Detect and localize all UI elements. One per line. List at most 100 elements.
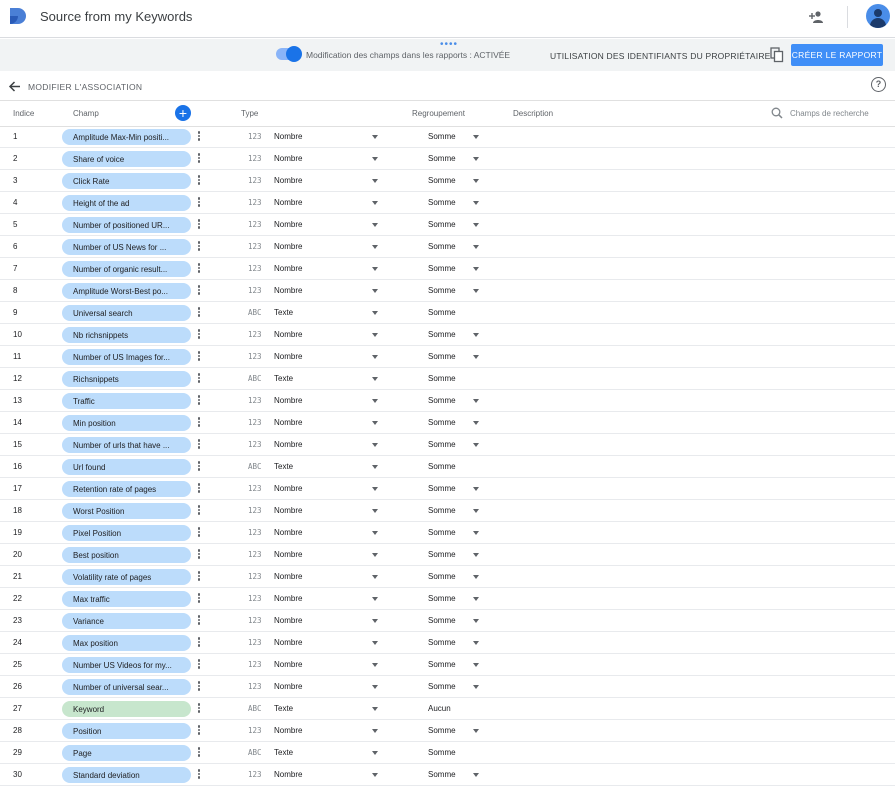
type-dropdown-arrow-icon[interactable] [372,597,378,601]
field-more-options-icon[interactable] [196,218,202,232]
aggregation-select[interactable]: Somme [428,616,456,625]
field-name-chip[interactable]: Keyword [62,701,191,717]
aggregation-select[interactable]: Somme [428,682,456,691]
type-dropdown-arrow-icon[interactable] [372,421,378,425]
field-name-chip[interactable]: Number of US News for ... [62,239,191,255]
type-dropdown-arrow-icon[interactable] [372,179,378,183]
aggregation-dropdown-arrow-icon[interactable] [473,619,479,623]
aggregation-select[interactable]: Somme [428,726,456,735]
aggregation-select[interactable]: Somme [428,396,456,405]
aggregation-dropdown-arrow-icon[interactable] [473,289,479,293]
aggregation-dropdown-arrow-icon[interactable] [473,663,479,667]
type-select[interactable]: Nombre [274,594,302,603]
aggregation-select[interactable]: Somme [428,528,456,537]
type-dropdown-arrow-icon[interactable] [372,377,378,381]
field-more-options-icon[interactable] [196,438,202,452]
type-dropdown-arrow-icon[interactable] [372,487,378,491]
type-select[interactable]: Texte [274,462,293,471]
field-name-chip[interactable]: Position [62,723,191,739]
aggregation-select[interactable]: Somme [428,550,456,559]
aggregation-dropdown-arrow-icon[interactable] [473,355,479,359]
field-more-options-icon[interactable] [196,724,202,738]
type-select[interactable]: Nombre [274,638,302,647]
field-more-options-icon[interactable] [196,614,202,628]
field-more-options-icon[interactable] [196,350,202,364]
type-select[interactable]: Nombre [274,198,302,207]
panel-resize-handle[interactable]: •••• [440,39,458,50]
field-name-chip[interactable]: Height of the ad [62,195,191,211]
aggregation-select[interactable]: Somme [428,330,456,339]
field-more-options-icon[interactable] [196,636,202,650]
field-name-chip[interactable]: Amplitude Max-Min positi... [62,129,191,145]
credentials-label[interactable]: UTILISATION DES IDENTIFIANTS DU PROPRIÉT… [550,51,771,61]
type-select[interactable]: Nombre [274,506,302,515]
aggregation-select[interactable]: Somme [428,352,456,361]
type-select[interactable]: Texte [274,704,293,713]
type-dropdown-arrow-icon[interactable] [372,399,378,403]
aggregation-dropdown-arrow-icon[interactable] [473,267,479,271]
avatar[interactable] [866,4,890,28]
type-dropdown-arrow-icon[interactable] [372,575,378,579]
aggregation-select[interactable]: Somme [428,660,456,669]
type-select[interactable]: Nombre [274,572,302,581]
aggregation-dropdown-arrow-icon[interactable] [473,201,479,205]
type-select[interactable]: Nombre [274,770,302,779]
type-select[interactable]: Nombre [274,286,302,295]
type-dropdown-arrow-icon[interactable] [372,685,378,689]
aggregation-dropdown-arrow-icon[interactable] [473,729,479,733]
aggregation-select[interactable]: Somme [428,242,456,251]
type-select[interactable]: Nombre [274,176,302,185]
field-name-chip[interactable]: Universal search [62,305,191,321]
field-more-options-icon[interactable] [196,416,202,430]
field-more-options-icon[interactable] [196,306,202,320]
aggregation-dropdown-arrow-icon[interactable] [473,597,479,601]
field-more-options-icon[interactable] [196,680,202,694]
type-select[interactable]: Texte [274,374,293,383]
field-name-chip[interactable]: Volatility rate of pages [62,569,191,585]
type-select[interactable]: Nombre [274,242,302,251]
type-select[interactable]: Nombre [274,220,302,229]
type-dropdown-arrow-icon[interactable] [372,707,378,711]
share-person-add-icon[interactable] [808,9,824,25]
aggregation-select[interactable]: Somme [428,264,456,273]
field-more-options-icon[interactable] [196,196,202,210]
type-dropdown-arrow-icon[interactable] [372,245,378,249]
field-name-chip[interactable]: Number US Videos for my... [62,657,191,673]
type-dropdown-arrow-icon[interactable] [372,641,378,645]
type-dropdown-arrow-icon[interactable] [372,201,378,205]
create-report-button[interactable]: CRÉER LE RAPPORT [791,44,883,66]
aggregation-dropdown-arrow-icon[interactable] [473,245,479,249]
aggregation-dropdown-arrow-icon[interactable] [473,641,479,645]
type-select[interactable]: Nombre [274,352,302,361]
aggregation-select[interactable]: Somme [428,594,456,603]
field-name-chip[interactable]: Min position [62,415,191,431]
type-select[interactable]: Nombre [274,484,302,493]
field-name-chip[interactable]: Retention rate of pages [62,481,191,497]
type-select[interactable]: Nombre [274,550,302,559]
field-name-chip[interactable]: Standard deviation [62,767,191,783]
type-select[interactable]: Nombre [274,132,302,141]
type-dropdown-arrow-icon[interactable] [372,729,378,733]
type-dropdown-arrow-icon[interactable] [372,223,378,227]
type-dropdown-arrow-icon[interactable] [372,619,378,623]
field-more-options-icon[interactable] [196,570,202,584]
type-select[interactable]: Nombre [274,440,302,449]
aggregation-dropdown-arrow-icon[interactable] [473,179,479,183]
type-dropdown-arrow-icon[interactable] [372,311,378,315]
aggregation-select[interactable]: Somme [428,286,456,295]
field-name-chip[interactable]: Number of US Images for... [62,349,191,365]
field-edit-toggle[interactable] [276,46,302,62]
type-select[interactable]: Nombre [274,528,302,537]
aggregation-select[interactable]: Somme [428,418,456,427]
field-more-options-icon[interactable] [196,548,202,562]
type-dropdown-arrow-icon[interactable] [372,531,378,535]
type-select[interactable]: Nombre [274,418,302,427]
aggregation-dropdown-arrow-icon[interactable] [473,509,479,513]
type-select[interactable]: Nombre [274,154,302,163]
field-name-chip[interactable]: Nb richsnippets [62,327,191,343]
field-search-input[interactable] [790,105,890,121]
field-more-options-icon[interactable] [196,372,202,386]
type-dropdown-arrow-icon[interactable] [372,135,378,139]
field-more-options-icon[interactable] [196,284,202,298]
type-select[interactable]: Nombre [274,616,302,625]
